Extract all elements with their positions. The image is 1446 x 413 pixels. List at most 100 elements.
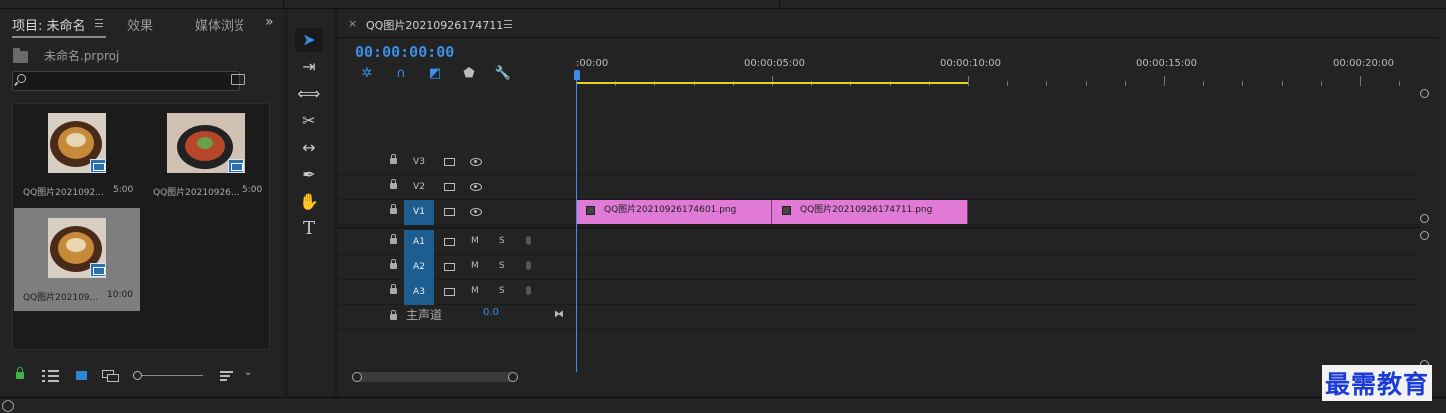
toggle-sync-lock-icon[interactable]	[444, 263, 455, 271]
track-lock-icon[interactable]	[390, 234, 397, 244]
still-image-badge-icon	[90, 159, 106, 173]
mute-button[interactable]: M	[471, 261, 479, 271]
razor-tool-icon[interactable]: ✂	[295, 109, 323, 133]
project-item[interactable]: QQ图片20210926... 5:00	[143, 104, 269, 207]
toggle-sync-lock-icon[interactable]	[444, 183, 455, 191]
scrollbar-left-handle[interactable]	[352, 372, 362, 382]
track-lock-icon[interactable]	[390, 204, 397, 214]
nest-sequence-icon[interactable]: ✲	[358, 66, 376, 82]
toggle-sync-lock-icon[interactable]	[444, 208, 455, 216]
video-audio-divider[interactable]	[338, 226, 1420, 229]
track-target[interactable]: V2	[404, 175, 434, 200]
track-v1: V1 QQ图片20210926174601.png QQ图片2021092617…	[338, 200, 1420, 225]
zoom-slider-handle[interactable]	[133, 371, 142, 380]
list-view-icon[interactable]	[42, 370, 59, 382]
tab-effects[interactable]: 效果	[127, 15, 153, 34]
add-marker-icon[interactable]: ⬟	[460, 66, 478, 82]
track-target[interactable]: V3	[404, 150, 434, 175]
video-vertical-scroll-handle[interactable]	[1420, 89, 1429, 98]
track-master: 主声道 0.0 ⧓	[338, 306, 1420, 330]
item-duration: 5:00	[113, 185, 134, 195]
go-to-in-out-icon[interactable]: ⧓	[554, 309, 564, 320]
eye-icon[interactable]	[470, 183, 482, 191]
timeline-menu-icon[interactable]	[504, 20, 512, 28]
solo-button[interactable]: S	[499, 236, 505, 246]
status-bar	[0, 397, 1446, 413]
playhead-line[interactable]	[576, 78, 577, 372]
sort-icons-icon[interactable]	[220, 371, 233, 382]
project-item[interactable]: QQ图片202109... 10:00	[14, 208, 140, 311]
track-lock-icon[interactable]	[390, 310, 397, 320]
scrollbar-right-handle[interactable]	[508, 372, 518, 382]
hand-tool-icon[interactable]: ✋	[295, 190, 323, 214]
mute-button[interactable]: M	[471, 236, 479, 246]
ruler-tick	[772, 76, 773, 86]
status-icon[interactable]	[2, 400, 14, 412]
ruler-tick	[1399, 81, 1401, 86]
project-search-input[interactable]	[12, 71, 240, 91]
tab-project[interactable]: 项目: 未命名	[12, 15, 86, 34]
linked-selection-icon[interactable]: ◩	[426, 66, 444, 82]
top-panel-strip	[0, 0, 1446, 9]
ruler-tick	[1046, 81, 1048, 86]
eye-icon[interactable]	[470, 208, 482, 216]
work-area-bar[interactable]	[576, 82, 968, 84]
new-search-bin-icon[interactable]	[231, 74, 245, 85]
project-panel: 项目: 未命名 效果 媒体浏览 » 未命名.prproj QQ图片2021092…	[0, 10, 284, 396]
timeline-clip[interactable]: QQ图片20210926174601.png	[576, 200, 772, 224]
microphone-icon[interactable]	[526, 286, 531, 295]
track-a1: A1 M S	[338, 230, 1420, 255]
track-lock-icon[interactable]	[390, 154, 397, 164]
toggle-sync-lock-icon[interactable]	[444, 158, 455, 166]
track-select-tool-icon[interactable]: ⇥	[295, 55, 323, 79]
toggle-sync-lock-icon[interactable]	[444, 288, 455, 296]
track-target[interactable]: A1	[404, 230, 434, 255]
solo-button[interactable]: S	[499, 286, 505, 296]
ruler-label: :00:00	[576, 58, 609, 69]
timeline-zoom-scrollbar[interactable]	[352, 372, 516, 382]
pen-tool-icon[interactable]: ✒	[295, 163, 323, 187]
ruler-tick	[1320, 81, 1322, 86]
eye-icon[interactable]	[470, 158, 482, 166]
icon-view-icon[interactable]	[76, 371, 87, 380]
still-image-badge-icon	[90, 263, 106, 277]
ruler-label: 00:00:15:00	[1136, 58, 1198, 69]
video-vertical-scroll-handle[interactable]	[1420, 214, 1429, 223]
slip-tool-icon[interactable]: ↔	[295, 136, 323, 160]
tools-panel: ➤ ⇥ ⟺ ✂ ↔ ✒ ✋ T	[288, 10, 334, 396]
close-icon[interactable]: ×	[348, 17, 357, 30]
track-target[interactable]: A3	[404, 280, 434, 305]
search-icon	[17, 74, 26, 83]
microphone-icon[interactable]	[526, 261, 531, 270]
project-menu-icon[interactable]	[95, 19, 103, 27]
microphone-icon[interactable]	[526, 236, 531, 245]
snap-magnet-icon[interactable]: ∩	[392, 66, 410, 82]
selection-tool-icon[interactable]: ➤	[295, 28, 323, 52]
project-item[interactable]: QQ图片2021092... 5:00	[13, 104, 139, 207]
wrench-settings-icon[interactable]: 🔧	[494, 66, 512, 82]
chevron-down-icon[interactable]: ⌄	[244, 367, 252, 378]
project-writable-lock-icon[interactable]	[16, 367, 24, 379]
track-lock-icon[interactable]	[390, 284, 397, 294]
playhead-timecode[interactable]: 00:00:00:00	[355, 43, 454, 61]
project-bin-icon-view: QQ图片2021092... 5:00 QQ图片20210926... 5:00…	[12, 103, 270, 350]
track-lock-icon[interactable]	[390, 179, 397, 189]
solo-button[interactable]: S	[499, 261, 505, 271]
mute-button[interactable]: M	[471, 286, 479, 296]
toggle-sync-lock-icon[interactable]	[444, 238, 455, 246]
track-target[interactable]: V1	[404, 200, 434, 225]
type-tool-icon[interactable]: T	[295, 217, 323, 241]
playhead-handle[interactable]	[574, 70, 580, 80]
item-duration: 5:00	[242, 185, 263, 195]
panel-overflow-chevron-icon[interactable]: »	[265, 14, 274, 30]
tab-media-browser[interactable]: 媒体浏览	[195, 15, 243, 34]
track-target[interactable]: A2	[404, 255, 434, 280]
top-strip-segment-1	[0, 0, 284, 8]
master-volume-value[interactable]: 0.0	[483, 307, 499, 318]
freeform-view-icon[interactable]	[102, 370, 120, 382]
thumbnail-zoom-slider[interactable]	[133, 375, 203, 376]
ripple-edit-tool-icon[interactable]: ⟺	[295, 82, 323, 106]
audio-vertical-scroll-handle[interactable]	[1420, 231, 1429, 240]
track-lock-icon[interactable]	[390, 259, 397, 269]
timeline-clip[interactable]: QQ图片20210926174711.png	[772, 200, 968, 224]
